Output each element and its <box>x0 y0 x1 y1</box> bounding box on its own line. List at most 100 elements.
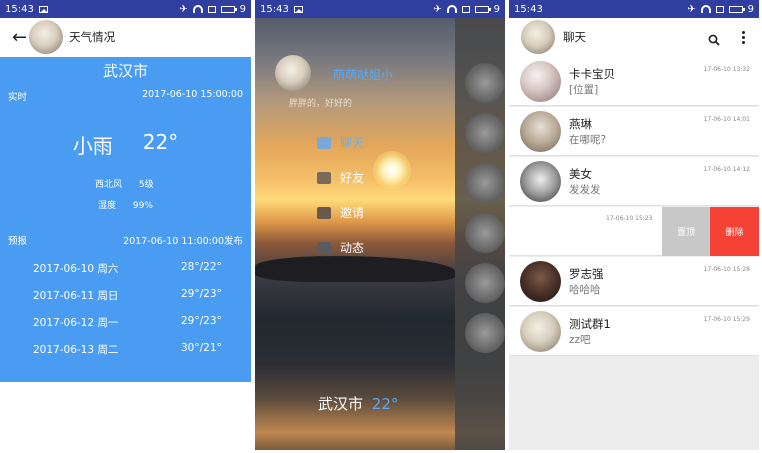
avatar[interactable] <box>29 20 64 54</box>
drawer-temp: 22° <box>371 395 399 413</box>
forecast-temp: 29°/23° <box>181 288 222 300</box>
menu-item-moments[interactable]: 动态 <box>317 239 364 256</box>
drawer-weather[interactable]: 武汉市 22° <box>318 393 398 414</box>
weather-app-bar: ← 天气情况 <box>0 18 251 56</box>
user-avatar[interactable] <box>275 55 311 91</box>
chat-icon <box>317 136 331 149</box>
status-time: 15:43 <box>514 3 543 15</box>
image-notification-icon <box>293 5 303 13</box>
chat-message: 发发发 <box>569 184 601 196</box>
avatar <box>465 163 505 203</box>
forecast-date: 2017-06-12 周一 <box>33 317 119 329</box>
avatar <box>465 113 505 153</box>
page-title: 聊天 <box>563 30 586 44</box>
menu-item-invite[interactable]: 邀请 <box>317 204 364 221</box>
forecast-time: 2017-06-10 11:00:00发布 <box>123 236 243 247</box>
search-icon[interactable] <box>708 31 720 46</box>
humidity-label: 湿度 <box>98 201 117 211</box>
drawer-city: 武汉市 <box>318 395 364 413</box>
delete-button[interactable]: 删除 <box>710 207 759 256</box>
chat-list: 卡卡宝贝 [位置] 17-06-10 13:32 燕琳 在哪呢? 17-06-1… <box>509 57 759 450</box>
avatar <box>520 311 561 352</box>
battery-icon <box>220 5 237 13</box>
weather-card: 武汉市 实时 2017-06-10 15:00:00 小雨 22° 西北风 5级… <box>0 57 251 382</box>
friends-icon <box>317 171 331 184</box>
forecast-temp: 30°/21° <box>181 342 222 354</box>
weather-condition: 小雨 <box>72 134 113 158</box>
airplane-icon: ✈ <box>433 3 442 15</box>
drawer-username: 萌萌哒姐小 <box>333 68 394 82</box>
chat-message: 哈哈哈 <box>569 284 601 296</box>
avatar <box>465 263 505 303</box>
weather-screen: 15:43 ✈ 9 ← 天气情况 武汉市 实时 2017-06-10 15:00… <box>0 0 251 450</box>
list-item[interactable]: 测试群1 zz吧 17-06-10 15:29 <box>509 307 759 356</box>
status-bar: 15:43 ✈ 9 <box>0 0 251 18</box>
chat-time: 17-06-10 14:01 <box>703 116 750 123</box>
avatar <box>465 313 505 353</box>
battery-level: 9 <box>493 3 500 15</box>
chat-screen: 15:43 ✈ 9 聊天 卡卡宝贝 [位置] 17-06-10 13:32 燕琳… <box>509 0 759 450</box>
humidity-value: 99% <box>132 201 153 211</box>
menu-item-label: 聊天 <box>340 136 365 150</box>
menu-item-label: 好友 <box>340 171 365 185</box>
forecast-row: 2017-06-13 周二 30°/21° <box>33 342 233 357</box>
avatar <box>520 61 561 102</box>
moments-icon <box>317 241 331 254</box>
more-options-icon[interactable] <box>742 30 745 44</box>
status-bar: 15:43 ✈ 9 <box>255 0 505 18</box>
screen-icon <box>715 5 724 13</box>
forecast-date: 2017-06-13 周二 <box>33 344 119 356</box>
list-item[interactable]: 罗志强 哈哈哈 17-06-10 15:28 <box>509 257 759 306</box>
avatar <box>520 261 561 302</box>
chat-message: zz吧 <box>569 334 591 346</box>
forecast-row: 2017-06-10 周六 28°/22° <box>33 261 233 276</box>
menu-item-friends[interactable]: 好友 <box>317 169 364 186</box>
forecast-label: 预报 <box>8 236 28 247</box>
image-notification-icon <box>38 5 48 13</box>
drawer-screen: 15:43 ✈ 9 萌萌哒姐小 胖胖的，好好的 聊天 好友 邀请 动态 武汉市 … <box>255 0 505 450</box>
forecast-temp: 29°/23° <box>181 315 222 327</box>
chat-time: 17-06-10 13:32 <box>703 66 750 73</box>
city-name: 武汉市 <box>102 62 148 80</box>
chat-message: [位置] <box>569 84 599 96</box>
chat-time: 17-06-10 14:12 <box>703 166 750 173</box>
list-item[interactable]: 美女 发发发 17-06-10 14:12 <box>509 157 759 206</box>
rocks <box>255 256 455 282</box>
battery-icon <box>474 5 491 13</box>
list-item[interactable]: 燕琳 在哪呢? 17-06-10 14:01 <box>509 107 759 156</box>
forecast-date: 2017-06-10 周六 <box>33 263 119 275</box>
avatar <box>465 213 505 253</box>
menu-item-chat[interactable]: 聊天 <box>317 134 364 151</box>
swiped-list-item[interactable]: 17-06-10 15:23 置顶 删除 <box>509 207 759 256</box>
wind-value: 5级 <box>138 180 154 190</box>
menu-item-label: 邀请 <box>340 206 365 220</box>
forecast-row: 2017-06-12 周一 29°/23° <box>33 315 233 330</box>
current-weather: 小雨 22° <box>0 130 251 159</box>
pin-button[interactable]: 置顶 <box>662 207 710 256</box>
wifi-icon <box>446 5 457 13</box>
screen-icon <box>461 5 470 13</box>
avatar[interactable] <box>521 20 555 54</box>
avatar <box>520 111 561 152</box>
avatar <box>465 63 505 103</box>
forecast-date: 2017-06-11 周日 <box>33 290 119 302</box>
forecast-header: 预报 2017-06-10 11:00:00发布 <box>0 233 251 247</box>
wifi-icon <box>700 5 711 13</box>
forecast-temp: 28°/22° <box>181 261 222 273</box>
page-title: 天气情况 <box>69 30 116 44</box>
menu-item-label: 动态 <box>340 241 365 255</box>
chat-time: 17-06-10 15:29 <box>703 316 750 323</box>
wind-row: 西北风 5级 <box>95 177 154 190</box>
back-arrow-icon[interactable]: ← <box>12 27 27 48</box>
drawer-scrim[interactable] <box>455 18 505 450</box>
battery-icon <box>728 5 745 13</box>
status-time: 15:43 <box>5 3 34 15</box>
list-item[interactable]: 卡卡宝贝 [位置] 17-06-10 13:32 <box>509 57 759 106</box>
forecast-row: 2017-06-11 周日 29°/23° <box>33 288 233 303</box>
screen-icon <box>207 5 216 13</box>
sun-glow <box>373 151 411 189</box>
chat-app-bar: 聊天 <box>509 18 759 56</box>
battery-level: 9 <box>239 3 246 15</box>
status-bar: 15:43 ✈ 9 <box>509 0 759 18</box>
chat-name: 燕琳 <box>569 117 592 131</box>
